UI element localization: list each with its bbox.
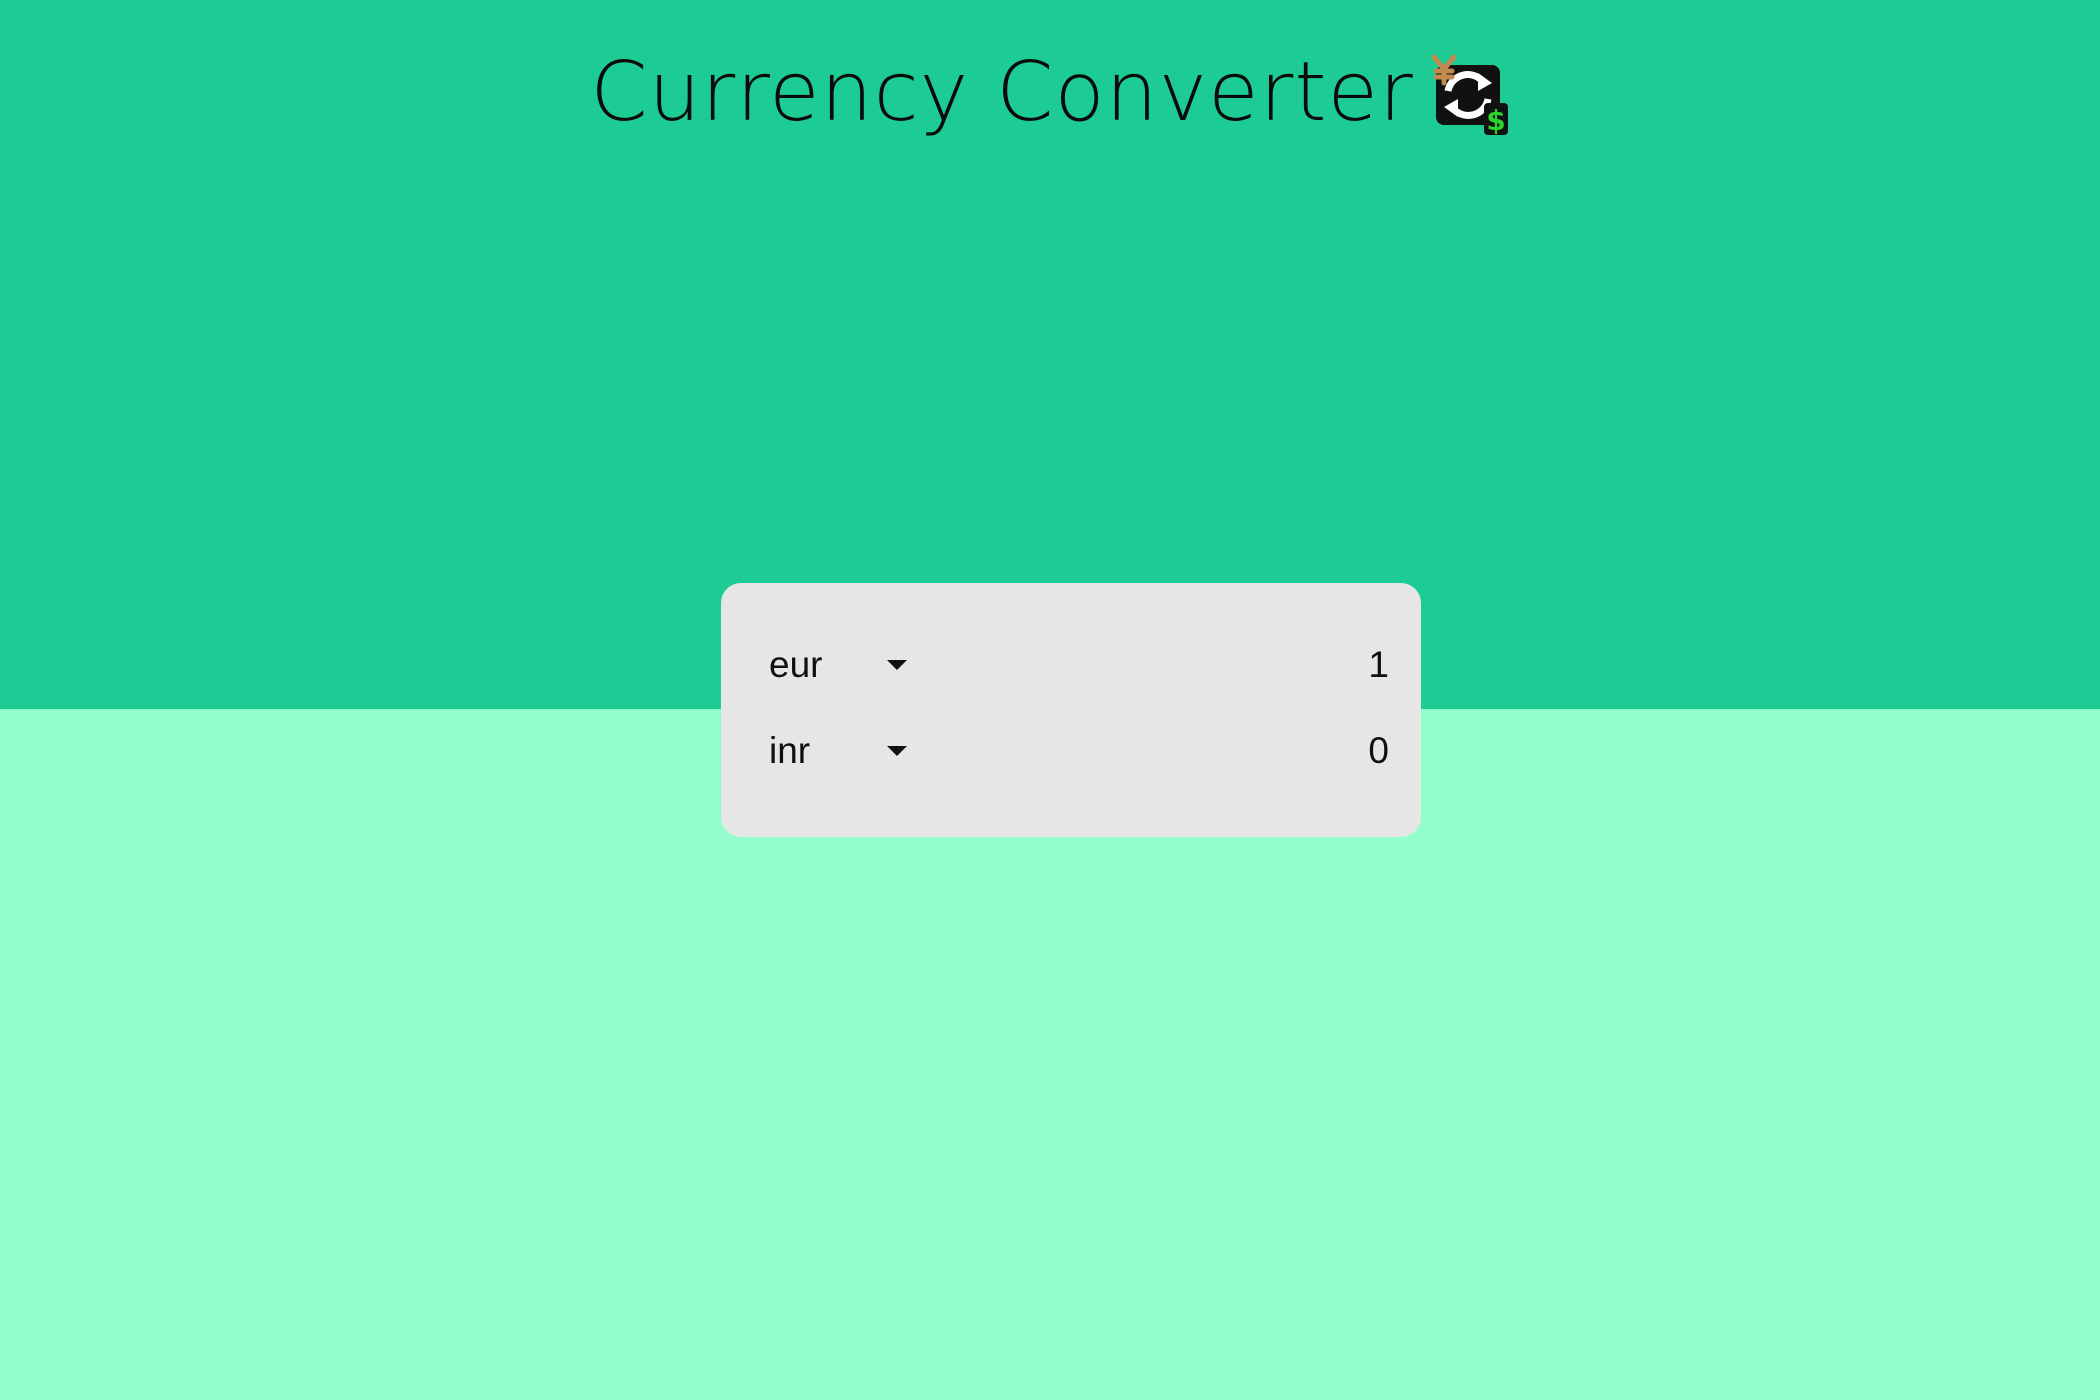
chevron-down-icon: [887, 660, 907, 670]
from-currency-select[interactable]: eur: [769, 635, 929, 695]
converter-card: eur inr: [721, 583, 1421, 837]
chevron-down-icon: [887, 746, 907, 756]
to-currency-select[interactable]: inr: [769, 721, 929, 781]
from-currency-label: eur: [769, 644, 823, 685]
to-currency-label: inr: [769, 730, 811, 771]
svg-text:$: $: [1486, 104, 1505, 137]
to-amount-input[interactable]: [1189, 721, 1389, 781]
from-currency-row: eur: [769, 635, 1389, 695]
currency-exchange-icon: $: [1426, 53, 1510, 137]
to-currency-row: inr: [769, 721, 1389, 781]
page-title: Currency Converter: [590, 45, 1414, 140]
header: Currency Converter $: [0, 38, 2100, 148]
from-amount-input[interactable]: [1189, 635, 1389, 695]
